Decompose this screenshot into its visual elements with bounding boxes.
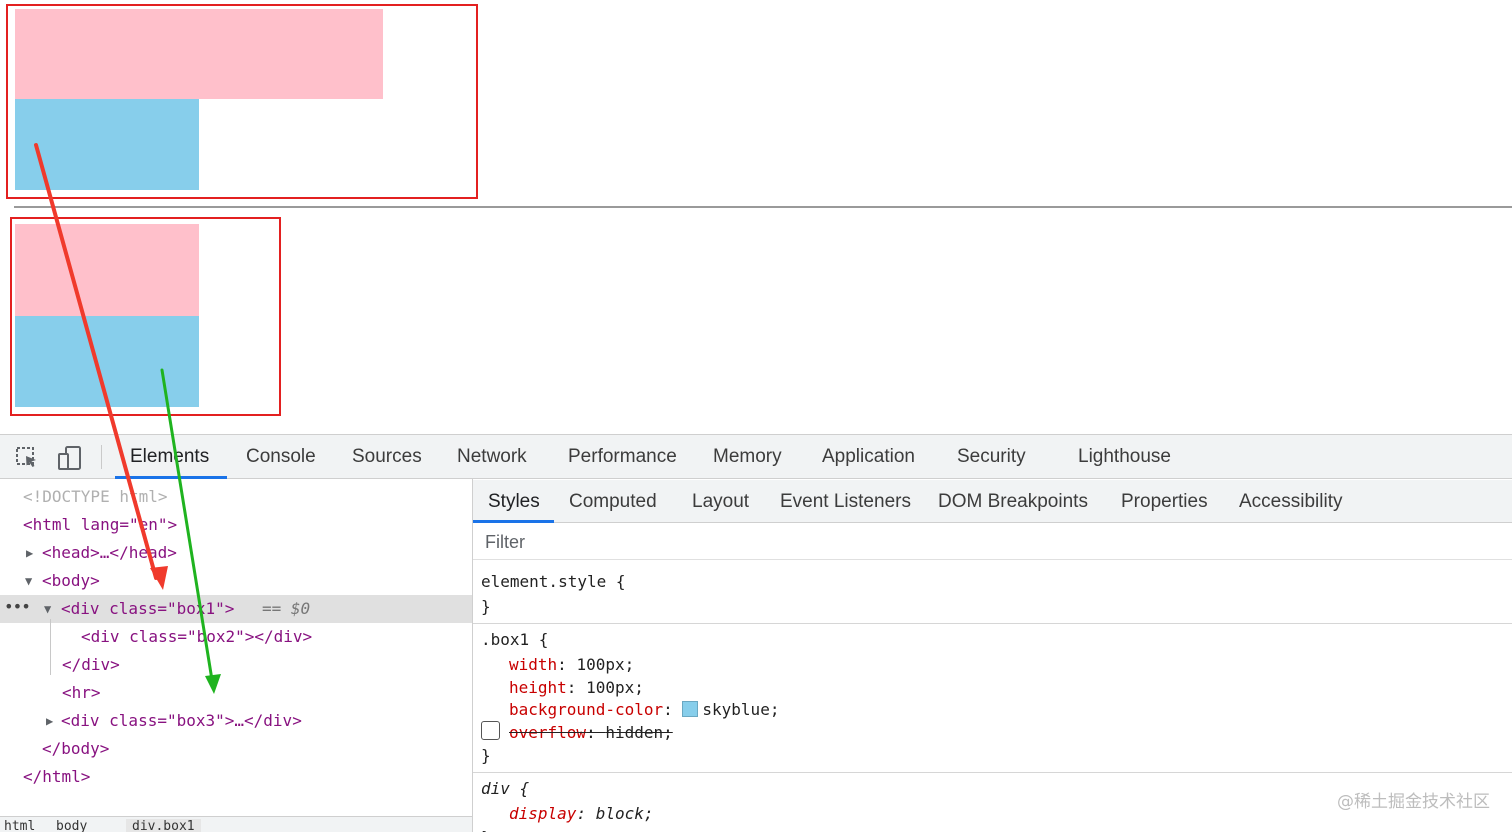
decl-overflow-disabled[interactable]: overflow: hidden; — [473, 721, 873, 744]
decl-bg-prop[interactable]: background-color — [509, 700, 663, 719]
active-subtab-indicator — [473, 520, 554, 523]
inspect-element-icon[interactable] — [14, 445, 40, 471]
tab-elements[interactable]: Elements — [130, 435, 209, 479]
watermark: @稀土掘金技术社区 — [1337, 792, 1490, 812]
decl-height[interactable]: height: 100px; — [509, 676, 644, 699]
indent-guide — [50, 619, 51, 675]
decl-display-prop: display — [509, 804, 577, 823]
horizontal-rule — [14, 206, 1512, 208]
more-options-icon[interactable]: ••• — [4, 593, 31, 621]
tab-performance[interactable]: Performance — [568, 435, 677, 479]
device-toolbar-icon[interactable] — [57, 445, 83, 471]
tree-row-box3[interactable]: ▶ <div class="box3">…</div> — [0, 707, 472, 735]
color-swatch-icon[interactable] — [682, 701, 699, 717]
tree-row-head[interactable]: ▶ <head>…</head> — [0, 539, 472, 567]
box1-rule-selector[interactable]: .box1 { — [481, 628, 548, 651]
decl-height-prop[interactable]: height — [509, 678, 567, 697]
tree-row-div-close[interactable]: </div> — [0, 651, 472, 679]
decl-height-value[interactable]: 100px; — [586, 678, 644, 697]
styles-filter-input[interactable]: Filter — [473, 524, 1512, 560]
subtab-accessibility[interactable]: Accessibility — [1239, 480, 1342, 523]
decl-width-value[interactable]: 100px; — [576, 655, 634, 674]
decl-overflow-prop[interactable]: overflow — [509, 723, 586, 742]
decl-display-value: block; — [595, 804, 654, 823]
elements-tree: <!DOCTYPE html> <html lang="en"> ▶ <head… — [0, 480, 472, 832]
rule-separator — [473, 623, 1512, 624]
hr-node: <hr> — [62, 683, 101, 702]
tab-network[interactable]: Network — [457, 435, 527, 479]
active-tab-indicator — [115, 476, 227, 479]
rule-separator — [473, 772, 1512, 773]
box4-blue-block — [15, 316, 199, 407]
tab-application[interactable]: Application — [822, 435, 915, 479]
subtab-computed[interactable]: Computed — [569, 480, 657, 523]
tree-row-html[interactable]: <html lang="en"> — [0, 511, 472, 539]
box1-open-tag: <div class="box1"> — [61, 599, 235, 618]
box1-pink-block — [15, 9, 383, 99]
subtab-styles[interactable]: Styles — [488, 480, 540, 523]
devtools-panel: Elements Console Sources Network Perform… — [0, 434, 1512, 832]
subtab-layout[interactable]: Layout — [692, 480, 749, 523]
html-open-tag: <html lang="en"> — [23, 515, 178, 534]
tab-sources[interactable]: Sources — [352, 435, 422, 479]
decl-overflow-value[interactable]: hidden; — [605, 723, 672, 742]
div-rule-selector[interactable]: div { — [481, 777, 529, 800]
page-viewport — [0, 0, 1512, 434]
tab-lighthouse[interactable]: Lighthouse — [1078, 435, 1171, 479]
decl-background-color[interactable]: background-color: skyblue; — [509, 698, 779, 721]
decl-width[interactable]: width: 100px; — [509, 653, 634, 676]
decl-display: display: block; — [509, 804, 654, 823]
subtab-properties[interactable]: Properties — [1121, 480, 1208, 523]
subtab-dom-breakpoints[interactable]: DOM Breakpoints — [938, 480, 1088, 523]
collapse-triangle-icon[interactable]: ▼ — [25, 567, 32, 595]
expand-triangle-icon[interactable]: ▶ — [26, 539, 33, 567]
tree-row-box2[interactable]: <div class="box2"></div> — [0, 623, 472, 651]
breadcrumb-box1[interactable]: div.box1 — [126, 819, 201, 832]
body-open-tag: <body> — [42, 571, 100, 590]
box2-node: <div class="box2"></div> — [81, 627, 313, 646]
box3-pink-block — [15, 224, 199, 316]
styles-pane: Styles Computed Layout Event Listeners D… — [473, 480, 1512, 832]
html-close-tag: </html> — [23, 767, 91, 786]
tree-row-html-close[interactable]: </html> — [0, 763, 472, 791]
devtools-toolbar: Elements Console Sources Network Perform… — [0, 435, 1512, 479]
element-style-close: } — [481, 597, 491, 616]
body-close-tag: </body> — [42, 739, 110, 758]
styles-subtabs: Styles Computed Layout Event Listeners D… — [473, 480, 1512, 523]
tree-row-doctype[interactable]: <!DOCTYPE html> — [0, 483, 472, 511]
tab-security[interactable]: Security — [957, 435, 1026, 479]
tree-row-box1-selected[interactable]: ••• ▼ <div class="box1"> == $0 — [0, 595, 472, 623]
selected-element-marker: == $0 — [262, 599, 311, 618]
expand-triangle-icon[interactable]: ▶ — [46, 707, 53, 735]
toggle-overflow-checkbox[interactable] — [481, 721, 500, 740]
tree-row-body-close[interactable]: </body> — [0, 735, 472, 763]
box1-rule-close: } — [481, 746, 491, 765]
tree-row-body[interactable]: ▼ <body> — [0, 567, 472, 595]
div-rule-close: } — [481, 826, 491, 832]
box1-close-tag: </div> — [62, 655, 120, 674]
tree-row-hr[interactable]: <hr> — [0, 679, 472, 707]
box3-node: <div class="box3">…</div> — [61, 711, 302, 730]
doctype-node: <!DOCTYPE html> — [23, 487, 168, 506]
breadcrumb-body[interactable]: body — [56, 819, 87, 832]
subtab-event-listeners[interactable]: Event Listeners — [780, 480, 911, 523]
element-style-selector[interactable]: element.style { — [481, 570, 626, 593]
breadcrumb: html body div.box1 — [0, 816, 472, 832]
box2-blue-block — [15, 99, 199, 190]
breadcrumb-html[interactable]: html — [4, 819, 35, 832]
toolbar-separator — [101, 445, 102, 469]
head-node: <head>…</head> — [42, 543, 177, 562]
tab-console[interactable]: Console — [246, 435, 316, 479]
filter-placeholder: Filter — [485, 532, 525, 552]
decl-width-prop[interactable]: width — [509, 655, 557, 674]
decl-bg-value[interactable]: skyblue; — [702, 700, 779, 719]
tab-memory[interactable]: Memory — [713, 435, 782, 479]
